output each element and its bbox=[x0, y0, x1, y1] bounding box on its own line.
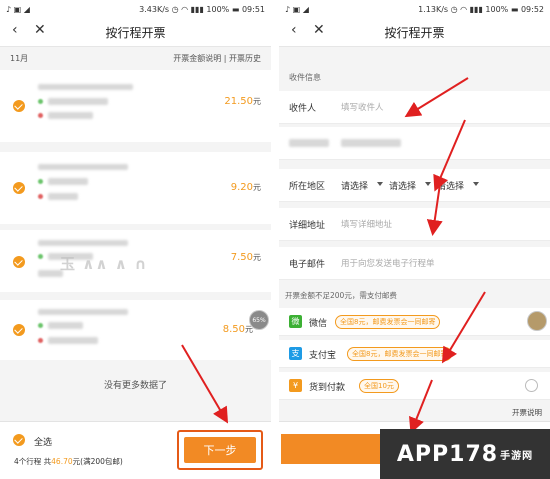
email-label: 电子邮件 bbox=[289, 260, 326, 270]
status-bar: ♪ ▣ ◢ 3.43K/s ◷ ◠ ▮▮▮ 100% ▬ 09:51 bbox=[0, 0, 271, 18]
month-header: 11月 开票金额说明 | 开票历史 bbox=[0, 47, 271, 69]
page-title: 按行程开票 bbox=[105, 26, 166, 40]
nav-bar: ‹ ✕ 按行程开票 bbox=[0, 18, 271, 47]
trip-item[interactable]: 8.50元 65% bbox=[0, 300, 271, 360]
invoice-info-links[interactable]: 开票金额说明 | 开票历史 bbox=[173, 53, 261, 64]
network-speed: 3.43K/s bbox=[139, 4, 170, 14]
watermark-faint: 玉 ∧∧ ∧ ∩ bbox=[60, 255, 148, 273]
month-label: 11月 bbox=[10, 53, 29, 63]
status-icons: ♪ ▣ ◢ bbox=[6, 4, 30, 14]
payment-option-wechat[interactable]: 微 微信 全国8元，邮费发票会一同邮寄 bbox=[279, 308, 550, 336]
clock: 09:52 bbox=[520, 4, 544, 14]
footer-bar: 全选 4个行程 共46.70元(满200包邮) 下一步 bbox=[0, 421, 271, 479]
status-bar: ♪ ▣ ◢ 1.13K/s ◷ ◠ ▮▮▮ 100% ▬ 09:52 bbox=[279, 0, 550, 18]
check-icon[interactable] bbox=[13, 324, 25, 336]
network-speed: 1.13K/s bbox=[418, 4, 449, 14]
postage-note: 开票金额不足200元，需支付邮费 bbox=[285, 291, 397, 300]
watermark-sub: 手游网 bbox=[500, 450, 534, 462]
clock: 09:51 bbox=[241, 4, 265, 14]
invoice-shipping-screen: ♪ ▣ ◢ 1.13K/s ◷ ◠ ▮▮▮ 100% ▬ 09:52 ‹ ✕ 按… bbox=[279, 0, 550, 479]
watermark-main: APP178 bbox=[396, 441, 499, 467]
select-all-label[interactable]: 全选 bbox=[34, 435, 52, 448]
city-select[interactable]: 请选择 bbox=[389, 179, 416, 192]
wechat-icon: 微 bbox=[289, 315, 302, 328]
page-title: 按行程开票 bbox=[384, 26, 445, 40]
trip-summary: 4个行程 共46.70元(满200包邮) bbox=[14, 457, 123, 466]
check-icon[interactable] bbox=[13, 182, 25, 194]
chevron-down-icon bbox=[473, 182, 479, 186]
next-step-button[interactable]: 下一步 bbox=[177, 430, 263, 470]
check-icon[interactable] bbox=[13, 256, 25, 268]
trip-item[interactable]: 21.50元 bbox=[0, 70, 271, 142]
address-label: 详细地址 bbox=[289, 221, 326, 231]
region-field[interactable]: 所在地区 请选择 请选择 请选择 bbox=[279, 169, 550, 202]
payment-radio[interactable] bbox=[525, 379, 538, 392]
chevron-down-icon bbox=[377, 182, 383, 186]
payment-name: 微信 bbox=[309, 319, 328, 329]
address-input[interactable]: 填写详细地址 bbox=[341, 218, 392, 230]
payment-name: 支付宝 bbox=[309, 351, 337, 361]
postage-tag: 全国8元，邮费发票会一同邮寄 bbox=[347, 347, 453, 361]
trip-amount: 9.20元 bbox=[230, 182, 261, 193]
region-label: 所在地区 bbox=[289, 182, 326, 192]
select-all-check-icon[interactable] bbox=[13, 434, 25, 446]
trip-amount: 21.50元 bbox=[224, 96, 261, 107]
cash-icon: ¥ bbox=[289, 379, 302, 392]
chevron-down-icon bbox=[425, 182, 431, 186]
site-watermark: APP178 手游网 bbox=[380, 429, 550, 479]
email-field[interactable]: 电子邮件 用于向您发送电子行程单 bbox=[279, 247, 550, 280]
trip-invoice-list-screen: ♪ ▣ ◢ 3.43K/s ◷ ◠ ▮▮▮ 100% ▬ 09:51 ‹ ✕ 按… bbox=[0, 0, 271, 479]
nav-bar: ‹ ✕ 按行程开票 bbox=[279, 18, 550, 47]
phone-field[interactable] bbox=[279, 127, 550, 160]
battery-level: 100% bbox=[206, 4, 230, 14]
district-select[interactable]: 请选择 bbox=[437, 179, 464, 192]
recipient-label: 收件人 bbox=[289, 104, 317, 114]
trip-item[interactable]: 9.20元 bbox=[0, 152, 271, 224]
floating-assistant-icon[interactable] bbox=[527, 311, 547, 331]
email-input[interactable]: 用于向您发送电子行程单 bbox=[341, 257, 435, 269]
payment-option-cod[interactable]: ¥ 货到付款 全国10元 bbox=[279, 372, 550, 400]
province-select[interactable]: 请选择 bbox=[341, 179, 368, 192]
alipay-icon: 支 bbox=[289, 347, 302, 360]
check-icon[interactable] bbox=[13, 100, 25, 112]
status-icons: ♪ ▣ ◢ bbox=[285, 4, 309, 14]
no-more-data-text: 没有更多数据了 bbox=[103, 381, 167, 391]
address-field[interactable]: 详细地址 填写详细地址 bbox=[279, 208, 550, 241]
battery-level: 100% bbox=[485, 4, 509, 14]
postage-tag: 全国10元 bbox=[359, 379, 399, 393]
recipient-field[interactable]: 收件人 填写收件人 bbox=[279, 91, 550, 124]
progress-badge: 65% bbox=[249, 310, 269, 330]
payment-name: 货到付款 bbox=[309, 383, 346, 393]
trip-amount: 8.50元 bbox=[222, 324, 253, 335]
recipient-input[interactable]: 填写收件人 bbox=[341, 101, 384, 113]
payment-option-alipay[interactable]: 支 支付宝 全国8元，邮费发票会一同邮寄 bbox=[279, 340, 550, 368]
trip-amount: 7.50元 bbox=[230, 252, 261, 263]
section-label: 收件信息 bbox=[289, 73, 321, 82]
postage-tag: 全国8元，邮费发票会一同邮寄 bbox=[335, 315, 441, 329]
invoice-note-link[interactable]: 开票说明 bbox=[512, 407, 542, 418]
